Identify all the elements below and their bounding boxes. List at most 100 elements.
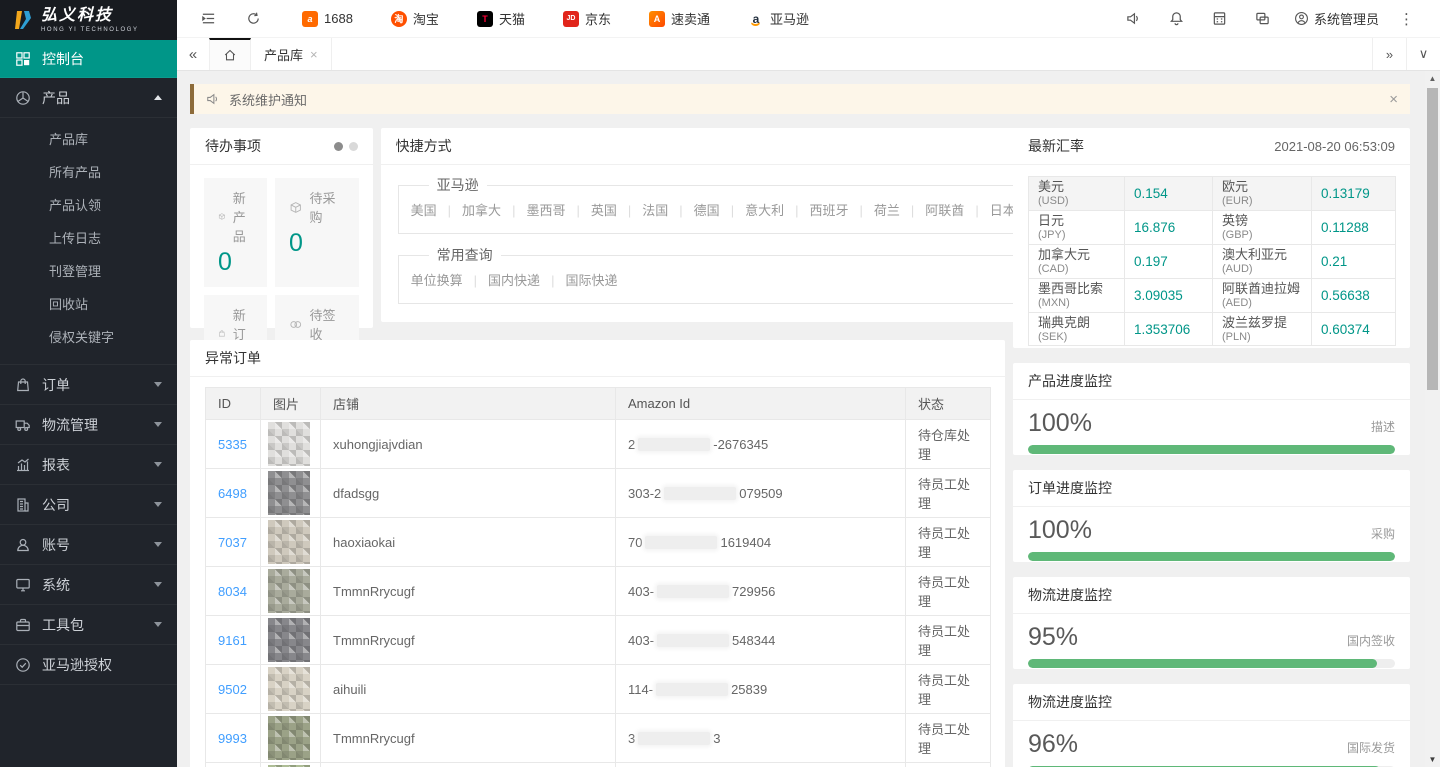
sidebar-item-accounts[interactable]: 账号 xyxy=(0,525,177,565)
shortcut-link-unit-conversion[interactable]: 单位换算 xyxy=(411,273,463,288)
carousel-dots xyxy=(334,142,358,151)
tabs-menu-caret[interactable]: ∨ xyxy=(1406,38,1440,70)
sidebar-item-toolkit[interactable]: 工具包 xyxy=(0,605,177,645)
redacted-segment xyxy=(645,536,717,549)
shortcut-link-mx[interactable]: 墨西哥 xyxy=(501,203,565,218)
stat-new-products[interactable]: 新产品 0 xyxy=(204,178,267,287)
sidebar-subitem-infringing-keywords[interactable]: 侵权关键字 xyxy=(0,321,177,354)
sidebar-item-orders[interactable]: 订单 xyxy=(0,365,177,405)
sidebar-subitem-listing-mgmt[interactable]: 刊登管理 xyxy=(0,255,177,288)
rate-row: 墨西哥比索(MXN) 3.09035 阿联酋迪拉姆(AED) 0.56638 xyxy=(1029,278,1396,312)
bell-icon[interactable] xyxy=(1155,7,1198,30)
refresh-icon[interactable] xyxy=(238,7,269,30)
sidebar-subitem-product-claim[interactable]: 产品认领 xyxy=(0,189,177,222)
orders-table: ID 图片 店铺 Amazon Id 状态 5335 xuhongjiajvdi… xyxy=(205,387,991,767)
shortcut-link-ae[interactable]: 阿联酋 xyxy=(900,203,964,218)
tab-product-library[interactable]: 产品库 × xyxy=(251,38,332,70)
tab-home[interactable] xyxy=(209,38,251,70)
table-row xyxy=(206,763,991,767)
shortcuts-card: 快捷方式 亚马逊 美国加拿大墨西哥英国法国德国意大利西班牙荷兰阿联酋日本巴西 常… xyxy=(381,128,1097,322)
carousel-dot-2[interactable] xyxy=(349,142,358,151)
collapse-sidebar-icon[interactable] xyxy=(193,7,224,30)
table-row: 9993 TmmnRrycugf 33 待员工处理 xyxy=(206,714,991,763)
marketplace-link-tmall[interactable]: T 天猫 xyxy=(477,9,525,28)
product-thumbnail xyxy=(268,520,310,564)
shortcut-link-fr[interactable]: 法国 xyxy=(617,203,668,218)
order-id-link[interactable]: 9993 xyxy=(218,731,247,746)
tabs-scroll-left[interactable]: « xyxy=(177,38,209,70)
shop-name: xuhongjiajvdian xyxy=(333,437,423,452)
progress-percent: 100% xyxy=(1028,516,1092,545)
product-thumbnail xyxy=(268,618,310,662)
more-options-icon[interactable]: ⋮ xyxy=(1389,10,1424,28)
marketplace-link-amazon[interactable]: a 亚马逊 xyxy=(748,9,809,28)
sidebar-subitem-product-library[interactable]: 产品库 xyxy=(0,123,177,156)
marketplace-link-jd[interactable]: JD 京东 xyxy=(563,9,611,28)
col-status: 状态 xyxy=(906,388,991,420)
tabs-scroll-right[interactable]: » xyxy=(1372,38,1406,70)
shortcut-link-de[interactable]: 德国 xyxy=(668,203,719,218)
carousel-dot-1[interactable] xyxy=(334,142,343,151)
shortcut-link-es[interactable]: 西班牙 xyxy=(784,203,848,218)
calculator-icon[interactable] xyxy=(1198,7,1241,30)
shortcut-link-nl[interactable]: 荷兰 xyxy=(849,203,900,218)
announcement-icon[interactable] xyxy=(1112,7,1155,30)
scrollbar-down-arrow[interactable]: ▼ xyxy=(1425,752,1440,767)
status-text: 待员工处理 xyxy=(918,673,970,707)
rates-title: 最新汇率 xyxy=(1028,136,1084,156)
amazon-icon: a xyxy=(748,11,764,27)
brand-logo: 弘义科技 HONG YI TECHNOLOGY xyxy=(0,0,177,40)
sidebar-subitem-recycle-bin[interactable]: 回收站 xyxy=(0,288,177,321)
scrollbar-thumb[interactable] xyxy=(1427,88,1438,390)
tab-close-icon[interactable]: × xyxy=(310,47,318,62)
sidebar-item-system[interactable]: 系统 xyxy=(0,565,177,605)
order-id-link[interactable]: 6498 xyxy=(218,486,247,501)
rate-row: 日元(JPY) 16.876 英镑(GBP) 0.11288 xyxy=(1029,210,1396,244)
rates-table: 美元(USD) 0.154 欧元(EUR) 0.13179 日元(JPY) 16… xyxy=(1028,176,1396,346)
sidebar-item-logistics[interactable]: 物流管理 xyxy=(0,405,177,445)
progress-label: 国内签收 xyxy=(1347,632,1395,649)
shop-name: aihuili xyxy=(333,682,366,697)
user-menu[interactable]: 系统管理员 xyxy=(1294,9,1379,28)
progress-label: 国际发货 xyxy=(1347,739,1395,756)
shortcut-link-uk[interactable]: 英国 xyxy=(565,203,616,218)
table-row: 8034 TmmnRrycugf 403-729956 待员工处理 xyxy=(206,567,991,616)
sidebar-item-company[interactable]: 公司 xyxy=(0,485,177,525)
notice-close-icon[interactable]: × xyxy=(1389,91,1398,108)
shortcut-link-jp[interactable]: 日本 xyxy=(964,203,1015,218)
progress-percent: 95% xyxy=(1028,623,1078,652)
marketplace-link-taobao[interactable]: 淘 淘宝 xyxy=(391,9,439,28)
stat-pending-purchase[interactable]: 待采购 0 xyxy=(275,178,359,287)
order-id-link[interactable]: 9161 xyxy=(218,633,247,648)
shop-name: dfadsgg xyxy=(333,486,379,501)
sidebar-item-label: 订单 xyxy=(42,375,70,395)
sidebar-item-dashboard[interactable]: 控制台 xyxy=(0,40,177,78)
shortcut-link-intl-express[interactable]: 国际快递 xyxy=(540,273,617,288)
shortcut-link-it[interactable]: 意大利 xyxy=(720,203,784,218)
vertical-scrollbar[interactable]: ▲ ▼ xyxy=(1425,71,1440,767)
marketplace-link-aliexpress[interactable]: A 速卖通 xyxy=(649,9,710,28)
order-id-link[interactable]: 7037 xyxy=(218,535,247,550)
sidebar-item-label: 工具包 xyxy=(42,615,84,635)
marketplace-link-1688[interactable]: a 1688 xyxy=(302,11,353,27)
jd-icon: JD xyxy=(563,11,579,27)
sidebar-item-amazon-auth[interactable]: 亚马逊授权 xyxy=(0,645,177,685)
logistics-progress-card-domestic: 物流进度监控 95% 国内签收 xyxy=(1013,577,1410,669)
theme-skin-icon[interactable] xyxy=(1241,7,1284,30)
redacted-segment xyxy=(664,487,736,500)
shortcut-link-domestic-express[interactable]: 国内快递 xyxy=(463,273,540,288)
redacted-segment xyxy=(657,585,729,598)
shortcut-link-ca[interactable]: 加拿大 xyxy=(437,203,501,218)
progress-label: 描述 xyxy=(1371,418,1395,435)
amazon-shortcut-group: 亚马逊 美国加拿大墨西哥英国法国德国意大利西班牙荷兰阿联酋日本巴西 xyxy=(398,175,1080,234)
sidebar-item-reports[interactable]: 报表 xyxy=(0,445,177,485)
order-id-link[interactable]: 8034 xyxy=(218,584,247,599)
sidebar-item-product[interactable]: 产品 xyxy=(0,78,177,118)
sidebar-subitem-all-products[interactable]: 所有产品 xyxy=(0,156,177,189)
sidebar-subitem-upload-log[interactable]: 上传日志 xyxy=(0,222,177,255)
shortcut-link-us[interactable]: 美国 xyxy=(411,203,437,218)
scrollbar-up-arrow[interactable]: ▲ xyxy=(1425,71,1440,86)
caret-down-icon xyxy=(154,582,162,587)
order-id-link[interactable]: 9502 xyxy=(218,682,247,697)
order-id-link[interactable]: 5335 xyxy=(218,437,247,452)
